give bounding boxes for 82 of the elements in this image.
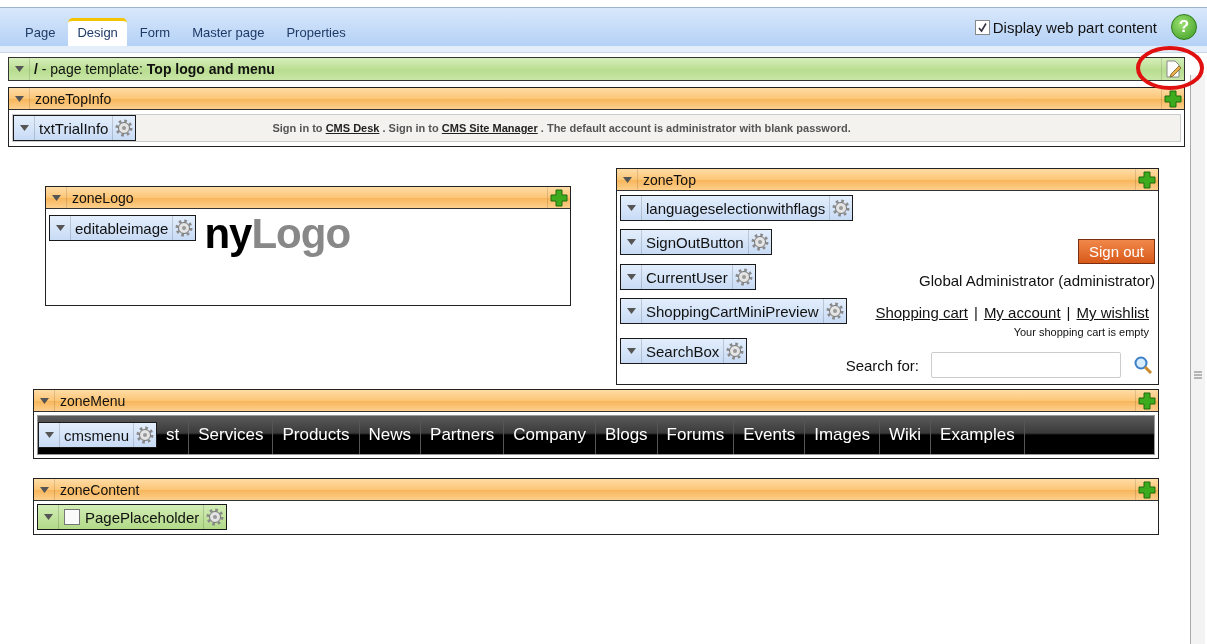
display-content-checkbox[interactable]: Display web part content bbox=[974, 18, 1157, 36]
tab[interactable]: Page bbox=[16, 18, 65, 46]
gear-icon[interactable] bbox=[825, 302, 844, 320]
gear-icon[interactable] bbox=[750, 233, 769, 251]
menu-item[interactable]: st bbox=[157, 416, 190, 454]
web-part-handle[interactable]: PagePlaceholder bbox=[37, 504, 228, 530]
menu-item[interactable]: Events bbox=[734, 416, 806, 454]
web-part-handle[interactable]: editableimage bbox=[49, 215, 197, 241]
link[interactable]: My wishlist bbox=[1076, 304, 1149, 321]
page-icon bbox=[63, 508, 81, 526]
collapse-triangle-icon[interactable] bbox=[626, 274, 636, 280]
link[interactable]: My account bbox=[983, 304, 1061, 321]
menu-item[interactable]: Partners bbox=[421, 416, 505, 454]
separator: | bbox=[973, 304, 978, 321]
collapse-triangle-icon[interactable] bbox=[626, 205, 636, 211]
tab[interactable]: Form bbox=[130, 18, 180, 46]
grip-icon bbox=[1194, 371, 1202, 379]
menu-item[interactable]: Forums bbox=[657, 416, 735, 454]
zone-title: zoneTop bbox=[642, 171, 696, 188]
menu-item[interactable]: Images bbox=[805, 416, 880, 454]
add-icon[interactable] bbox=[1138, 391, 1156, 410]
search-field[interactable] bbox=[931, 352, 1121, 378]
web-part-handle[interactable]: txtTrialInfo bbox=[13, 115, 137, 141]
zone-title: zoneContent bbox=[59, 481, 140, 498]
add-icon[interactable] bbox=[1138, 480, 1156, 499]
gear-icon[interactable] bbox=[734, 268, 753, 286]
add-icon[interactable] bbox=[1164, 89, 1182, 108]
gear-icon[interactable] bbox=[175, 219, 194, 237]
checkmark-icon bbox=[976, 21, 988, 33]
web-part-handle[interactable]: CurrentUser bbox=[620, 264, 756, 290]
collapse-triangle-icon[interactable] bbox=[622, 176, 632, 183]
link[interactable]: Shopping cart bbox=[875, 304, 968, 321]
tab[interactable]: Design bbox=[68, 18, 127, 46]
gear-icon[interactable] bbox=[726, 342, 745, 360]
link[interactable]: CMS Site Manager bbox=[441, 122, 538, 134]
menu-item[interactable]: Wiki bbox=[879, 416, 932, 454]
cart-status: Your shopping cart is empty bbox=[1013, 326, 1149, 338]
separator: | bbox=[1066, 304, 1071, 321]
gear-icon[interactable] bbox=[206, 508, 225, 526]
search-label: Search for: bbox=[845, 356, 919, 374]
gear-icon[interactable] bbox=[136, 426, 155, 444]
menu-item[interactable]: Company bbox=[504, 416, 597, 454]
search-icon[interactable] bbox=[1133, 355, 1153, 375]
current-user-name: Global Administrator (administrator) bbox=[919, 272, 1155, 289]
add-icon[interactable] bbox=[550, 188, 568, 207]
scrollbar[interactable] bbox=[1190, 75, 1205, 644]
collapse-triangle-icon[interactable] bbox=[39, 486, 49, 493]
edit-page-icon[interactable] bbox=[1163, 59, 1183, 79]
collapse-triangle-icon[interactable] bbox=[19, 125, 29, 131]
highlight-circle bbox=[1135, 44, 1205, 92]
collapse-triangle-icon[interactable] bbox=[43, 514, 53, 520]
add-icon[interactable] bbox=[1138, 170, 1156, 189]
collapse-triangle-icon[interactable] bbox=[14, 95, 24, 102]
page-template-title: / - page template: Top logo and menu bbox=[33, 61, 275, 77]
collapse-triangle-icon[interactable] bbox=[55, 225, 65, 231]
collapse-triangle-icon[interactable] bbox=[39, 397, 49, 404]
tab[interactable]: Properties bbox=[277, 18, 355, 46]
web-part-handle[interactable]: SignOutButton bbox=[620, 229, 772, 255]
tab[interactable]: Master page bbox=[183, 18, 274, 46]
gear-icon[interactable] bbox=[832, 199, 851, 217]
zone-title: zoneLogo bbox=[71, 189, 134, 206]
collapse-triangle-icon[interactable] bbox=[626, 348, 636, 354]
zone-title: zoneTopInfo bbox=[34, 90, 112, 107]
menu-item[interactable]: Services bbox=[189, 416, 274, 454]
collapse-triangle-icon[interactable] bbox=[14, 66, 24, 72]
web-part-handle[interactable]: SearchBox bbox=[620, 338, 748, 364]
menu-item[interactable]: Examples bbox=[931, 416, 1025, 454]
collapse-triangle-icon[interactable] bbox=[51, 194, 61, 201]
company-logo: nyLogo bbox=[204, 213, 351, 255]
sign-in-message: Sign in to CMS Desk . Sign in to CMS Site Manager . The default account is administrator with blank password. bbox=[272, 122, 851, 134]
menu-item[interactable]: News bbox=[359, 416, 422, 454]
collapse-triangle-icon[interactable] bbox=[626, 239, 636, 245]
web-part-handle[interactable]: ShoppingCartMiniPreview bbox=[620, 298, 847, 324]
web-part-handle[interactable]: cmsmenu bbox=[38, 422, 158, 448]
zone-title: zoneMenu bbox=[59, 392, 126, 409]
collapse-triangle-icon[interactable] bbox=[626, 308, 636, 314]
menu-item[interactable]: Products bbox=[273, 416, 360, 454]
gear-icon[interactable] bbox=[115, 119, 134, 137]
web-part-handle[interactable]: languageselectionwithflags bbox=[620, 195, 854, 221]
link[interactable]: CMS Desk bbox=[325, 122, 380, 134]
menu-item[interactable]: Blogs bbox=[596, 416, 658, 454]
collapse-triangle-icon[interactable] bbox=[44, 432, 54, 438]
